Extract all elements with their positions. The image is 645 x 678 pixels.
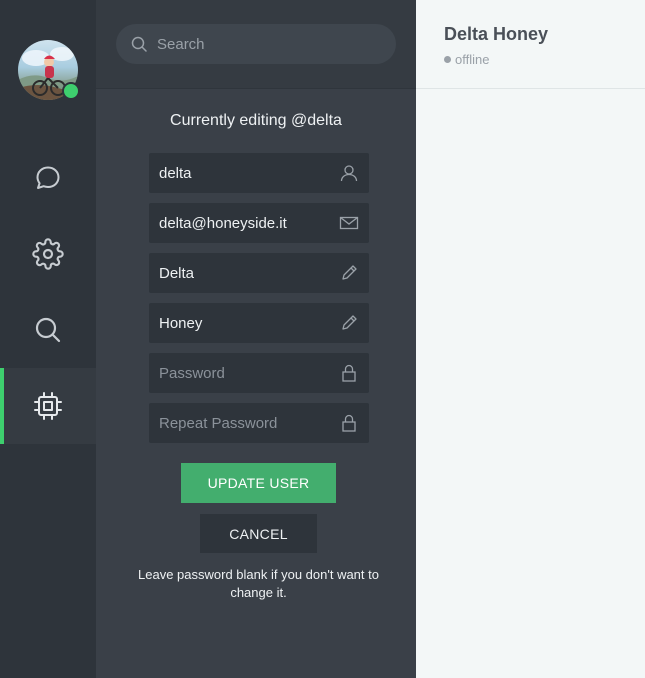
chat-header: Delta Honey offline bbox=[416, 0, 645, 89]
search-bar[interactable] bbox=[116, 24, 396, 64]
cpu-chip-icon bbox=[34, 392, 62, 420]
envelope-icon bbox=[339, 216, 359, 230]
password-input[interactable] bbox=[149, 352, 331, 394]
chat-area: Delta Honey offline bbox=[416, 0, 645, 678]
last-name-field[interactable] bbox=[149, 302, 369, 344]
rail-chats-button[interactable] bbox=[0, 140, 96, 216]
status-dot bbox=[444, 56, 451, 63]
status-text: offline bbox=[455, 52, 490, 67]
chat-bubble-icon bbox=[36, 166, 60, 189]
email-field[interactable] bbox=[149, 202, 369, 244]
pencil-icon bbox=[342, 265, 357, 280]
update-user-button[interactable]: UPDATE USER bbox=[181, 463, 336, 503]
gear-icon bbox=[32, 238, 64, 270]
rail-search-button[interactable] bbox=[0, 292, 96, 368]
last-name-input[interactable] bbox=[149, 302, 331, 344]
username-input[interactable] bbox=[149, 152, 331, 194]
repeat-password-input[interactable] bbox=[149, 402, 331, 444]
online-status-dot bbox=[62, 82, 80, 100]
email-input[interactable] bbox=[149, 202, 331, 244]
first-name-input[interactable] bbox=[149, 252, 331, 294]
edit-user-panel: Currently editing @delta UPD bbox=[96, 0, 416, 678]
lock-icon bbox=[342, 364, 356, 382]
user-avatar[interactable] bbox=[18, 40, 80, 100]
pencil-icon bbox=[342, 315, 357, 330]
user-icon bbox=[340, 165, 358, 182]
contact-name: Delta Honey bbox=[444, 24, 549, 44]
editing-title: Currently editing @delta bbox=[170, 112, 342, 129]
contact-status: offline bbox=[444, 52, 489, 67]
lock-icon bbox=[342, 414, 356, 432]
first-name-field[interactable] bbox=[149, 252, 369, 294]
password-field[interactable] bbox=[149, 352, 369, 394]
search-icon bbox=[131, 36, 147, 52]
nav-rail bbox=[0, 0, 96, 678]
cancel-button[interactable]: CANCEL bbox=[200, 514, 317, 553]
panel-header bbox=[96, 0, 416, 89]
search-icon bbox=[35, 317, 61, 343]
username-field[interactable] bbox=[149, 152, 369, 194]
rail-settings-button[interactable] bbox=[0, 216, 96, 292]
rail-admin-button[interactable] bbox=[0, 368, 96, 444]
repeat-password-field[interactable] bbox=[149, 402, 369, 444]
search-input[interactable] bbox=[155, 34, 379, 54]
password-hint: Leave password blank if you don't want t… bbox=[138, 567, 379, 600]
